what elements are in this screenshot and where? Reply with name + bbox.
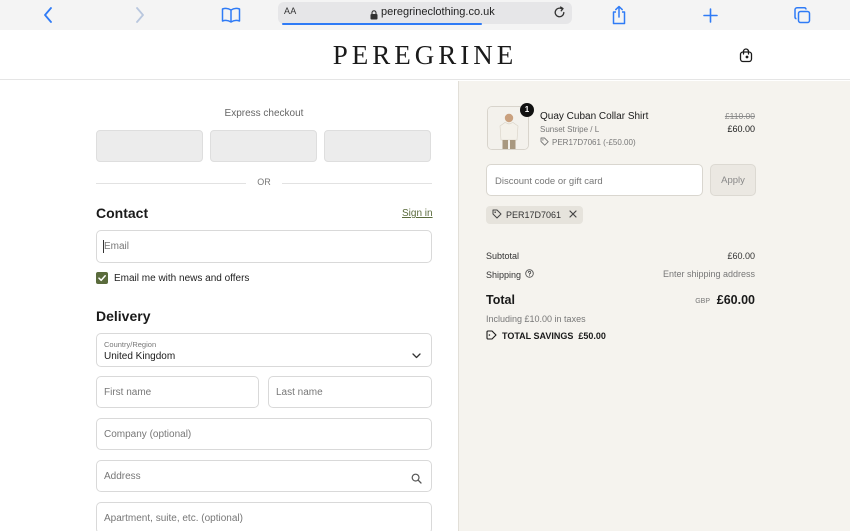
product-discount-code: PER17D7061 (-£50.00) — [552, 138, 636, 147]
page-load-progress — [282, 23, 482, 25]
or-label: OR — [257, 177, 271, 187]
contact-heading: Contact — [96, 205, 149, 221]
order-summary: 1 Quay Cuban Collar Shirt Sunset Stripe … — [458, 81, 850, 531]
shipping-value: Enter shipping address — [662, 269, 755, 279]
total-savings: TOTAL SAVINGS £50.00 — [486, 330, 606, 342]
close-icon[interactable] — [569, 210, 577, 220]
country-value: United Kingdom — [104, 351, 176, 362]
first-name-field[interactable]: First name — [96, 376, 259, 408]
apartment-placeholder: Apartment, suite, etc. (optional) — [104, 513, 243, 524]
newsletter-checkbox[interactable] — [96, 272, 108, 284]
shopping-bag-icon[interactable] — [738, 47, 754, 63]
shipping-row: Shipping — [486, 269, 534, 280]
browser-toolbar: AA peregrineclothing.co.uk — [0, 0, 850, 30]
forward-icon[interactable] — [128, 4, 152, 26]
apartment-field[interactable]: Apartment, suite, etc. (optional) — [96, 502, 432, 531]
total-savings-value: £50.00 — [578, 331, 606, 341]
shipping-label: Shipping — [486, 269, 522, 280]
express-pay-button-2[interactable] — [210, 130, 317, 162]
express-pay-button-1[interactable] — [96, 130, 203, 162]
subtotal-label: Subtotal — [486, 251, 520, 261]
product-discount: PER17D7061 (-£50.00) — [540, 137, 636, 148]
address-bar[interactable]: AA peregrineclothing.co.uk — [278, 2, 572, 25]
tag-icon — [486, 330, 497, 342]
last-name-placeholder: Last name — [276, 387, 323, 398]
product-variant: Sunset Stripe / L — [540, 125, 600, 134]
sign-in-link[interactable]: Sign in — [402, 208, 433, 219]
bookmarks-icon[interactable] — [219, 4, 243, 26]
delivery-heading: Delivery — [96, 308, 151, 324]
country-caption: Country/Region — [104, 340, 157, 349]
chevron-down-icon — [412, 346, 421, 364]
reload-icon[interactable] — [553, 6, 566, 24]
total-savings-label: TOTAL SAVINGS — [502, 331, 574, 341]
search-icon — [411, 471, 422, 489]
tag-icon — [492, 209, 502, 221]
tag-icon — [540, 137, 549, 148]
product-name: Quay Cuban Collar Shirt — [540, 111, 649, 122]
quantity-badge: 1 — [520, 103, 534, 117]
new-tab-icon[interactable] — [698, 4, 722, 26]
address-placeholder: Address — [104, 471, 141, 482]
total-label: Total — [486, 293, 515, 307]
total-value: £60.00 — [716, 293, 755, 307]
express-pay-button-3[interactable] — [324, 130, 431, 162]
help-icon[interactable] — [525, 269, 534, 280]
original-price: £110.00 — [724, 111, 755, 121]
country-select[interactable]: Country/Region United Kingdom — [96, 333, 432, 367]
tax-note: Including £10.00 in taxes — [486, 314, 586, 324]
applied-discount-chip: PER17D7061 — [486, 206, 584, 224]
divider-line — [282, 183, 432, 184]
site-logo[interactable]: PEREGRINE — [0, 40, 850, 71]
express-checkout-label: Express checkout — [224, 108, 304, 119]
applied-discount-code: PER17D7061 — [506, 210, 562, 220]
apply-discount-button[interactable]: Apply — [710, 164, 756, 196]
back-icon[interactable] — [36, 4, 60, 26]
discount-code-input[interactable]: Discount code or gift card — [486, 164, 703, 196]
first-name-placeholder: First name — [104, 387, 152, 398]
email-placeholder: Email — [104, 241, 130, 252]
or-divider: OR — [96, 177, 432, 189]
total-currency: GBP — [695, 298, 710, 305]
last-name-field[interactable]: Last name — [268, 376, 432, 408]
checkout-form: Express checkout OR Contact Sign in Emai… — [0, 81, 458, 531]
subtotal-value: £60.00 — [727, 251, 755, 261]
text-size-button[interactable]: AA — [284, 6, 297, 16]
site-header: PEREGRINE — [0, 30, 850, 80]
discount-placeholder: Discount code or gift card — [495, 176, 603, 187]
email-field[interactable]: Email — [96, 230, 432, 263]
company-placeholder: Company (optional) — [104, 429, 192, 440]
url-text: peregrineclothing.co.uk — [381, 6, 495, 18]
company-field[interactable]: Company (optional) — [96, 418, 432, 450]
share-icon[interactable] — [607, 4, 631, 26]
newsletter-label: Email me with news and offers — [114, 273, 250, 284]
current-price: £60.00 — [727, 124, 755, 134]
address-field[interactable]: Address — [96, 460, 432, 492]
tabs-icon[interactable] — [790, 4, 814, 26]
